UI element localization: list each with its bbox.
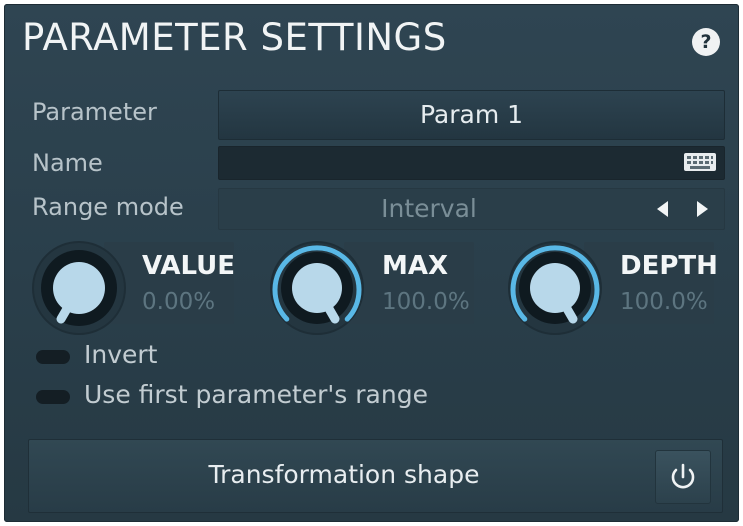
transformation-shape-button[interactable]: Transformation shape	[28, 439, 723, 513]
range-mode-label: Range mode	[32, 193, 184, 221]
power-icon	[671, 463, 695, 489]
value-knob-name: VALUE	[142, 251, 235, 281]
use-first-range-label: Use first parameter's range	[84, 380, 428, 409]
panel-title: PARAMETER SETTINGS	[22, 16, 447, 59]
depth-knob-name: DEPTH	[620, 251, 718, 281]
arrow-right-icon[interactable]	[697, 201, 708, 217]
parameter-settings-panel: PARAMETER SETTINGS ? Parameter Param 1 N…	[4, 4, 739, 522]
parameter-value: Param 1	[419, 100, 524, 129]
depth-knob-value: 100.0%	[620, 289, 708, 315]
max-knob-value: 100.0%	[382, 289, 470, 315]
range-mode-value: Interval	[381, 194, 477, 223]
range-mode-selector[interactable]: Interval	[218, 188, 725, 230]
parameter-selector[interactable]: Param 1	[218, 90, 725, 140]
value-knob[interactable]	[30, 239, 128, 337]
keyboard-icon[interactable]	[684, 153, 716, 171]
max-knob[interactable]	[268, 239, 366, 337]
max-knob-name: MAX	[382, 251, 449, 281]
value-knob-value: 0.00%	[142, 289, 216, 315]
arrow-left-icon[interactable]	[657, 201, 668, 217]
transformation-shape-label: Transformation shape	[208, 460, 480, 489]
help-button[interactable]: ?	[692, 28, 720, 56]
invert-label: Invert	[84, 340, 158, 369]
depth-knob[interactable]	[506, 239, 604, 337]
name-label: Name	[32, 149, 103, 177]
power-button[interactable]	[655, 450, 711, 504]
use-first-range-toggle[interactable]	[36, 390, 70, 404]
name-value	[219, 147, 724, 179]
name-field[interactable]	[218, 146, 725, 180]
invert-toggle[interactable]	[36, 350, 70, 364]
parameter-label: Parameter	[32, 98, 157, 126]
